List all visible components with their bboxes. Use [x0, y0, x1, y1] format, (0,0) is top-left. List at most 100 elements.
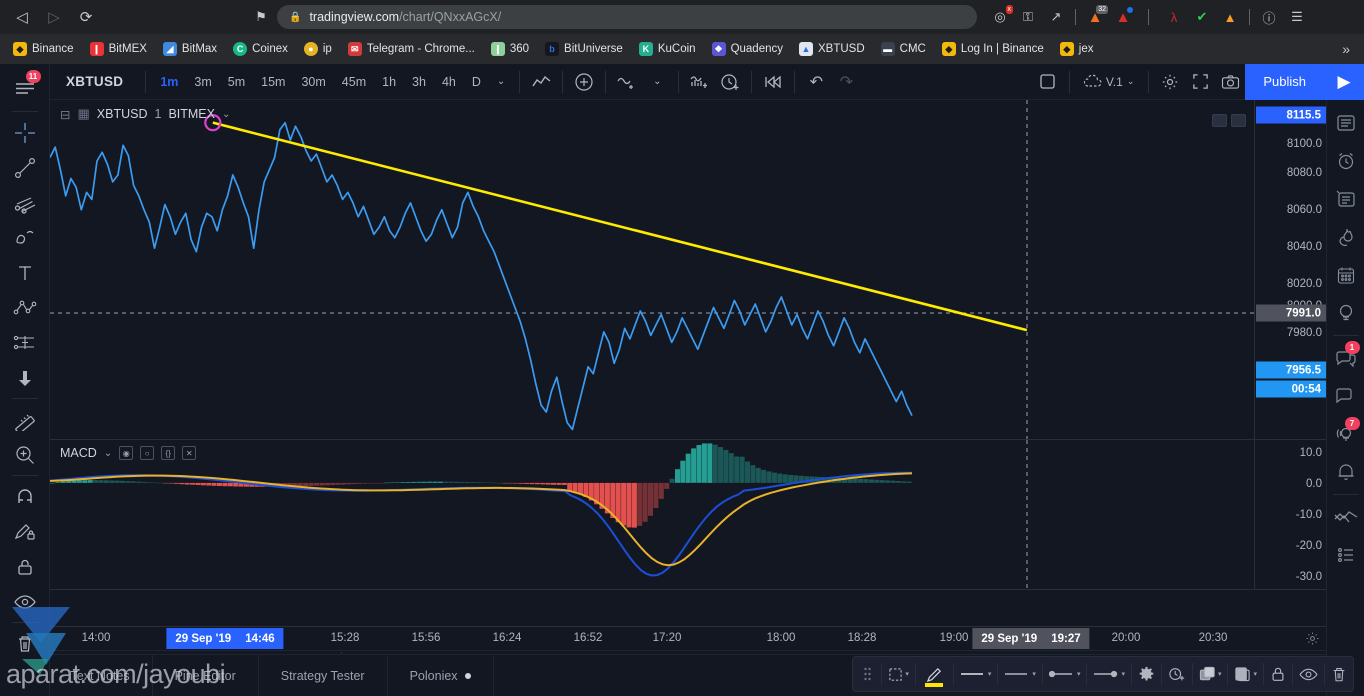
crosshair-icon[interactable]	[8, 115, 42, 150]
macd-visibility-icon[interactable]: ◉	[119, 446, 133, 460]
line-style-icon[interactable]: ▾	[998, 656, 1042, 692]
macd-axis[interactable]: 10.0 0.0 -10.0 -20.0 -30.0	[1254, 440, 1326, 589]
pencil-color-icon[interactable]	[916, 656, 953, 692]
scale-down-button[interactable]	[1212, 114, 1227, 127]
key-icon[interactable]: ⚿	[1015, 4, 1041, 30]
line-start-icon[interactable]: ▾	[1043, 656, 1087, 692]
alerts-icon[interactable]: 7	[1331, 415, 1361, 453]
collapse-legend-icon[interactable]: ⊟	[60, 107, 70, 122]
thickness-caret-icon[interactable]: ▾	[988, 670, 992, 678]
stream-icon[interactable]	[1331, 498, 1361, 536]
remove-drawings-icon[interactable]	[8, 626, 42, 661]
bookmark-item[interactable]: ✉Telegram - Chrome...	[341, 39, 482, 59]
bookmark-icon[interactable]: ⚑	[249, 3, 273, 31]
gear-icon[interactable]	[1155, 68, 1185, 96]
bookmark-item[interactable]: ◆jex	[1053, 39, 1101, 59]
bookmark-item[interactable]: KKuCoin	[632, 39, 703, 59]
address-bar[interactable]: 🔒 tradingview.com/chart/QNxxAGcX/	[277, 5, 977, 29]
macd-caret-icon[interactable]: ⌄	[104, 448, 112, 459]
bookmarks-overflow-icon[interactable]: »	[1334, 41, 1358, 57]
flame-extension-icon[interactable]: ▲	[1217, 4, 1243, 30]
legend-caret-icon[interactable]: ⌄	[222, 109, 230, 120]
hide-drawings-icon[interactable]	[8, 584, 42, 619]
data-window-icon[interactable]	[1331, 180, 1361, 218]
bookmark-item[interactable]: ◆Log In | Binance	[935, 39, 1051, 59]
timeframe-1h[interactable]: 1h	[374, 75, 404, 89]
axis-settings-gear-icon[interactable]	[1305, 631, 1320, 651]
drag-handle-icon[interactable]	[853, 656, 881, 692]
time-axis[interactable]: 14:00 29 Sep '19 14:46 15:28 15:56 16:24…	[50, 626, 1326, 650]
style-caret-icon[interactable]: ▾	[1032, 670, 1036, 678]
bookmark-item[interactable]: bBitUniverse	[538, 39, 630, 59]
popout-icon[interactable]: ↗	[1043, 4, 1069, 30]
bookmark-item[interactable]: ❖Quadency	[705, 39, 790, 59]
lock-drawings-icon[interactable]	[8, 549, 42, 584]
macd-pane[interactable]: MACD ⌄ ◉ ○ {} ✕ 10.0 0.0 -10.0 -20.0 -30…	[50, 440, 1326, 590]
copy-icon[interactable]: ▾	[1228, 656, 1263, 692]
text-icon[interactable]	[8, 255, 42, 290]
brush-icon[interactable]	[8, 220, 42, 255]
replay-icon[interactable]	[758, 68, 788, 96]
tab-strategy-tester[interactable]: Strategy Tester	[259, 655, 388, 696]
pattern-icon[interactable]	[8, 290, 42, 325]
bookmark-item[interactable]: CCoinex	[226, 39, 295, 59]
camera-icon[interactable]	[1215, 68, 1245, 96]
selection-tool-icon[interactable]: ▾	[882, 656, 915, 692]
lock-icon[interactable]	[1264, 656, 1292, 692]
undo-icon[interactable]: ↶	[801, 68, 831, 96]
color-swatch[interactable]	[925, 683, 943, 687]
redo-icon[interactable]: ↷	[831, 68, 861, 96]
line-thickness-icon[interactable]: ▾	[954, 656, 998, 692]
timeframe-5m[interactable]: 5m	[220, 75, 253, 89]
clone-icon[interactable]: ▾	[1193, 656, 1228, 692]
timeframe-15m[interactable]: 15m	[253, 75, 293, 89]
calendar-icon[interactable]	[1331, 256, 1361, 294]
delete-trash-icon[interactable]	[1325, 656, 1353, 692]
start-caret-icon[interactable]: ▾	[1077, 670, 1081, 678]
notifications-bell-icon[interactable]	[1331, 453, 1361, 491]
bookmark-item[interactable]: ❙360	[484, 39, 536, 59]
plus-circle-icon[interactable]	[569, 68, 599, 96]
tab-text-notes[interactable]: Text Notes	[49, 655, 153, 696]
bookmark-item[interactable]: ●ip	[297, 39, 339, 59]
single-layout-icon[interactable]	[1033, 68, 1063, 96]
visibility-eye-icon[interactable]	[1293, 656, 1324, 692]
alert-clock-icon[interactable]	[715, 68, 745, 96]
macd-settings-icon[interactable]: ○	[140, 446, 154, 460]
drawing-menu-icon[interactable]: 11	[8, 68, 42, 108]
chrome-menu-icon[interactable]: ☰	[1284, 4, 1310, 30]
indicators-icon[interactable]	[612, 68, 642, 96]
watchlist-icon[interactable]	[1331, 104, 1361, 142]
reload-button[interactable]: ⟳	[72, 3, 100, 31]
more-options-icon[interactable]	[1331, 536, 1361, 574]
brave-shield-icon[interactable]: ▲32	[1082, 4, 1108, 30]
bookmark-item[interactable]: ◢BitMax	[156, 39, 224, 59]
measure-ruler-icon[interactable]	[8, 402, 42, 437]
magnet-icon[interactable]	[8, 479, 42, 514]
timeframe-3h[interactable]: 3h	[404, 75, 434, 89]
publish-play-button[interactable]: ▶	[1324, 64, 1364, 100]
timeframe-1m[interactable]: 1m	[152, 75, 186, 89]
macd-title[interactable]: MACD	[60, 446, 97, 460]
clone-caret-icon[interactable]: ▾	[1218, 670, 1222, 678]
save-layout-button[interactable]: V.1 ⌄	[1076, 74, 1142, 90]
symbol-button[interactable]: XBTUSD	[50, 74, 139, 89]
save-layout-caret-icon[interactable]: ⌄	[1127, 76, 1135, 87]
legend-symbol[interactable]: XBTUSD	[97, 107, 148, 121]
timeframe-30m[interactable]: 30m	[293, 75, 333, 89]
public-chat-icon[interactable]: 1	[1331, 339, 1361, 377]
settings-gear-icon[interactable]	[1132, 656, 1161, 692]
bookmark-item[interactable]: ❙BitMEX	[83, 39, 154, 59]
pdf-extension-icon[interactable]: λ	[1161, 4, 1187, 30]
private-chat-icon[interactable]	[1331, 377, 1361, 415]
macd-remove-icon[interactable]: ✕	[182, 446, 196, 460]
hotlist-icon[interactable]	[1331, 218, 1361, 256]
indicator-templates-icon[interactable]	[685, 68, 715, 96]
adblock-icon[interactable]: ▲	[1110, 4, 1136, 30]
bookmark-item[interactable]: ▲XBTUSD	[792, 39, 872, 59]
tab-poloniex[interactable]: Poloniex	[388, 655, 494, 696]
timeframe-3m[interactable]: 3m	[186, 75, 219, 89]
end-caret-icon[interactable]: ▾	[1121, 670, 1125, 678]
alarm-clock-icon[interactable]	[1331, 142, 1361, 180]
stay-in-drawing-mode-icon[interactable]	[8, 514, 42, 549]
